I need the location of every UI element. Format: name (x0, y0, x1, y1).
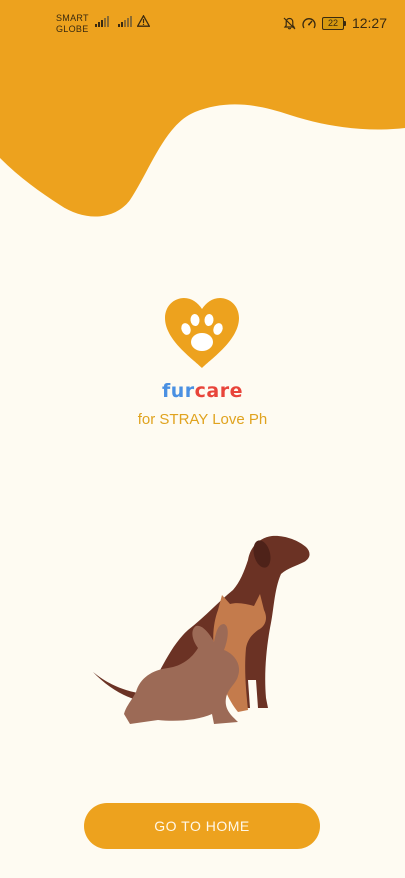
warning-icon (137, 15, 150, 27)
clock: 12:27 (351, 15, 387, 31)
status-bar: SMART GLOBE 22 12:27 (0, 0, 405, 44)
signal-icon (95, 16, 109, 27)
signal-icon (118, 16, 132, 27)
pets-illustration (93, 535, 310, 724)
brand-name: furcare (0, 380, 405, 402)
brand-name-part2: care (194, 380, 243, 402)
mute-notifications-icon (283, 17, 296, 29)
carrier-label: SMART GLOBE (56, 13, 89, 34)
battery-icon: 22 (321, 16, 346, 30)
brand-name-part1: fur (161, 380, 195, 402)
go-to-home-button[interactable]: GO TO HOME (84, 803, 320, 849)
heart-paw-logo-icon (165, 298, 239, 368)
tagline: for STRAY Love Ph (137, 411, 268, 428)
speedometer-icon (302, 17, 316, 28)
